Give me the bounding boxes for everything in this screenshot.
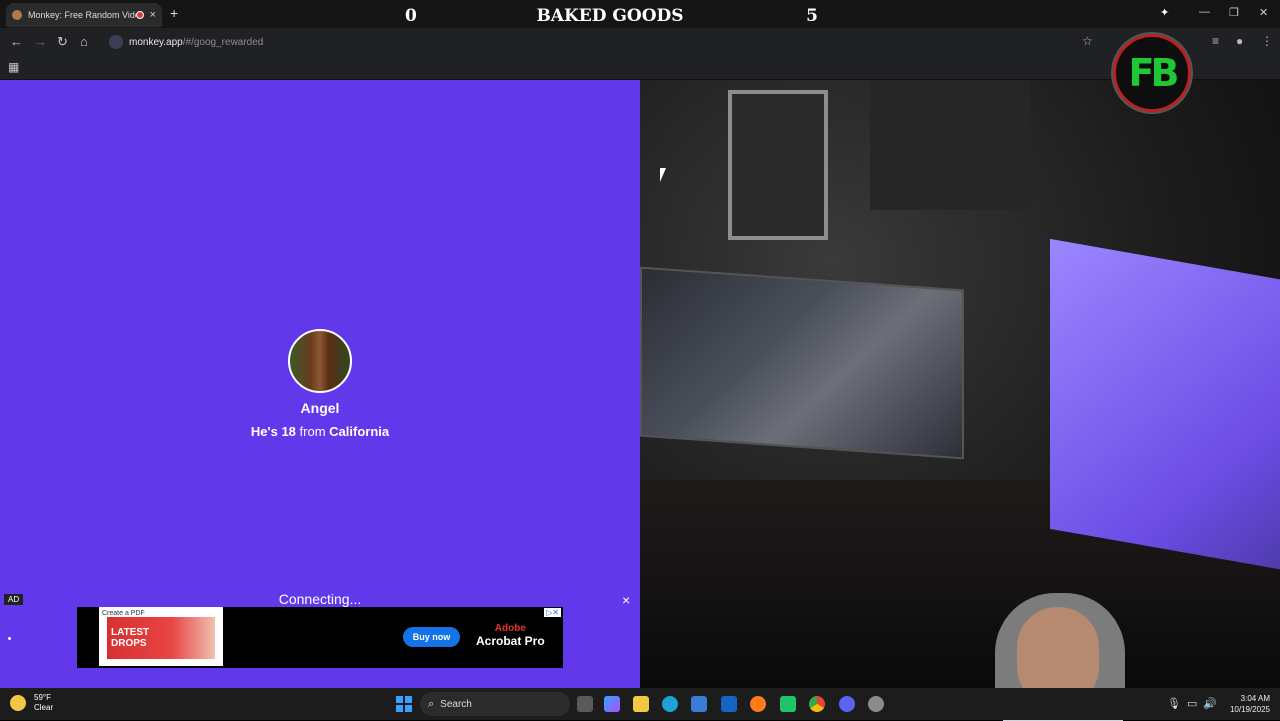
camera-feed [640,80,1280,688]
ad-close-icon[interactable]: × [622,592,630,608]
recording-icon [135,11,144,19]
ad-product-frame: Create a PDF LATEST DROPS [99,607,223,666]
match-subtitle: He's 18 from California [0,424,640,439]
weather-condition: Clear [34,703,54,712]
windows-start-icon[interactable] [396,696,412,712]
site-info-icon[interactable] [109,35,123,49]
clock-time: 3:04 AM [1240,694,1270,703]
edge-icon[interactable] [662,696,678,712]
taskbar: 59°F Clear ⌕ Search 🎙 ▭ 🔊 3:04 AM 10/19/… [0,688,1280,720]
ad-brand: Adobe Acrobat Pro [476,623,545,648]
chrome-icon[interactable] [809,696,825,712]
match-avatar [288,329,352,393]
back-arrow-icon[interactable]: ← [10,34,23,49]
browser-tab[interactable]: Monkey: Free Random Vide × [6,3,162,27]
match-age: 18 [281,424,296,439]
url-host: monkey.app [129,36,183,48]
match-name: Angel [300,400,340,416]
match-location: California [329,424,390,439]
bookmarks-bar: ▦ [0,56,1280,80]
ad-buy-now-button[interactable]: Buy now [403,627,460,647]
ad-image: LATEST DROPS [107,617,215,659]
ad-indicator [8,637,11,640]
ad-brand-product: Acrobat Pro [476,634,545,648]
taskbar-search[interactable]: ⌕ Search [420,692,570,716]
firefox-icon[interactable] [750,696,766,712]
microphone-icon[interactable]: 🎙 [1167,697,1181,710]
ad-brand-adobe: Adobe [494,623,526,634]
scoreboard-overlay: 0 BAKED GOODS 5 [360,4,860,28]
monitor-purple-screen [1050,238,1280,572]
subtitle-mid: from [299,424,326,439]
adchoices-icon[interactable]: ▷✕ [544,608,561,617]
search-icon: ⌕ [428,697,435,710]
temperature: 59°F [34,693,51,702]
ad-label: AD [4,594,24,605]
store-icon[interactable] [691,696,707,712]
close-window-button[interactable]: ✕ [1259,6,1268,19]
weather-widget[interactable]: 59°F Clear [10,693,53,713]
apps-grid-icon[interactable]: ▦ [8,60,19,74]
url-path: /#/goog_rewarded [182,36,264,48]
stream-logo-badge: FB [1113,34,1191,112]
app-green-icon[interactable] [780,696,796,712]
left-score: 0 [405,6,417,26]
mouse-cursor-icon [660,168,666,182]
ad-frame-caption: Create a PDF [102,610,145,617]
search-placeholder: Search [440,698,472,710]
minimize-button[interactable]: — [1199,6,1210,18]
menu-kebab-icon[interactable]: ⋮ [1261,34,1273,48]
subtitle-prefix: He's [250,424,278,439]
address-bar[interactable]: monkey.app /#/goog_rewarded [103,31,1103,53]
clock-date: 10/19/2025 [1229,705,1270,714]
forward-arrow-icon[interactable]: → [34,34,47,49]
room-cabinet [870,80,1030,210]
moon-icon [10,695,26,711]
network-icon[interactable]: ▭ [1187,697,1197,710]
monitor-game-screen [640,266,964,460]
right-score: 5 [806,6,818,26]
ad-banner[interactable]: Create a PDF LATEST DROPS Buy now Adobe … [77,607,563,668]
system-clock[interactable]: 3:04 AM 10/19/2025 [1226,693,1270,715]
discord-icon[interactable] [839,696,855,712]
connection-status: Connecting... [278,591,362,607]
volume-icon[interactable]: 🔊 [1203,697,1217,710]
navigation-bar: ← → ↻ ⌂ monkey.app /#/goog_rewarded ☆ ≡ … [0,28,1280,56]
monkey-favicon-icon [12,10,22,20]
weather-text: 59°F Clear [34,693,53,713]
restore-button[interactable]: ❐ [1229,6,1239,19]
file-explorer-icon[interactable] [633,696,649,712]
match-panel: Angel He's 18 from California Connecting… [0,80,640,688]
settings-gear-icon[interactable] [868,696,884,712]
media-controls-icon[interactable]: ≡ [1212,34,1219,48]
ad-image-text: LATEST DROPS [111,627,150,649]
bookmark-star-icon[interactable]: ☆ [1082,34,1093,48]
tab-strip: Monkey: Free Random Vide × + 0 BAKED GOO… [0,0,1280,28]
home-icon[interactable]: ⌂ [80,34,88,49]
room-window [728,90,828,240]
tab-title: Monkey: Free Random Vide [28,10,136,20]
reload-icon[interactable]: ↻ [57,34,68,50]
new-tab-button[interactable]: + [170,5,178,21]
scoreboard-title: BAKED GOODS [536,6,684,26]
close-tab-icon[interactable]: × [150,9,156,21]
task-view-icon[interactable] [577,696,593,712]
profile-avatar-icon[interactable]: ● [1236,34,1243,48]
sparkle-icon[interactable]: ✦ [1160,6,1169,19]
copilot-icon[interactable] [604,696,620,712]
outlook-icon[interactable] [721,696,737,712]
